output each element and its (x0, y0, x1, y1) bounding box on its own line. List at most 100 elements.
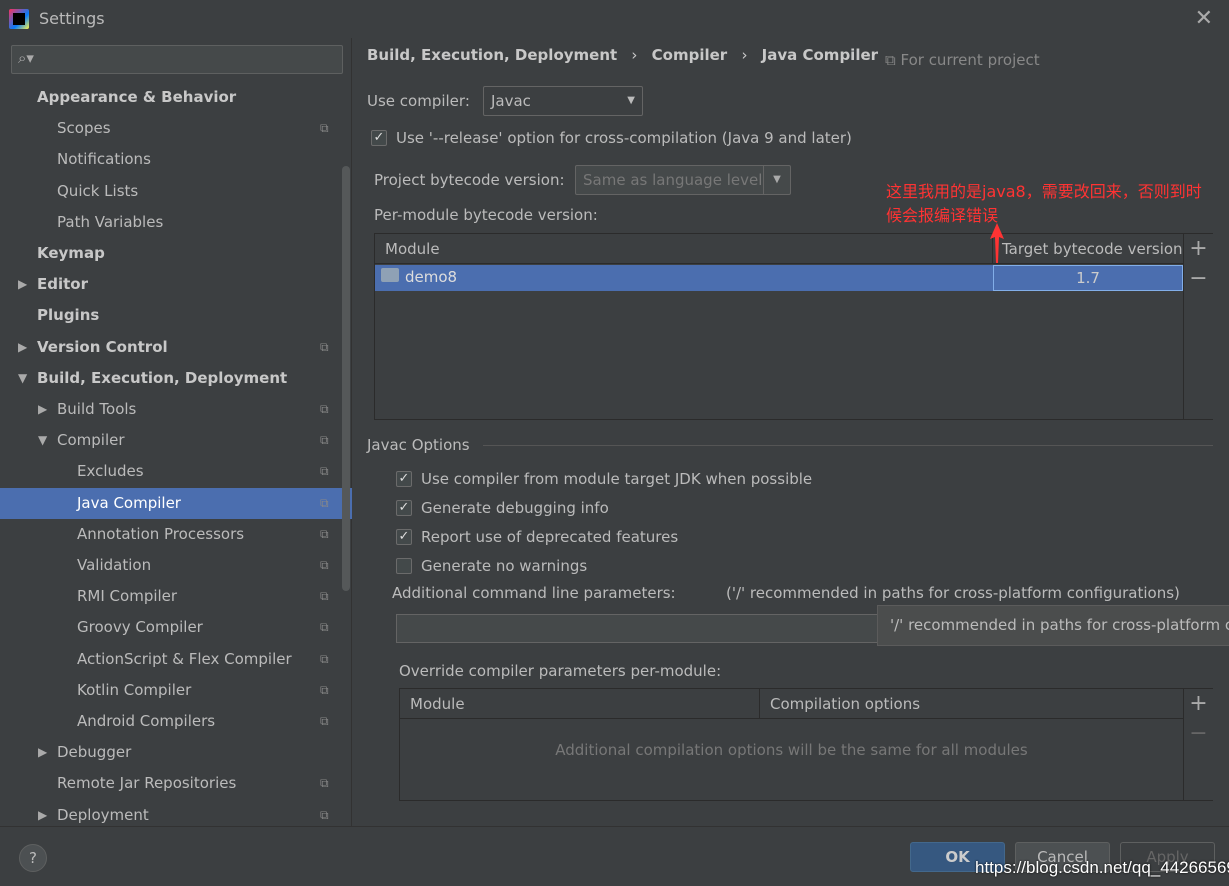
sidebar-item-label: Debugger (57, 743, 132, 762)
sidebar-item[interactable]: Java Compiler ⧉ (0, 487, 352, 519)
sidebar-item[interactable]: Appearance & Behavior (0, 82, 352, 113)
table-row[interactable]: demo8 1.7 (375, 265, 1183, 291)
chevron-down-icon[interactable]: ▼ (18, 363, 27, 394)
sidebar-item[interactable]: Scopes ⧉ (0, 113, 352, 144)
javac-option-checkbox[interactable]: ✓ (396, 471, 412, 487)
javac-option-checkbox[interactable] (396, 558, 412, 574)
sidebar-item-label: Compiler (57, 431, 125, 450)
sidebar-item[interactable]: Keymap (0, 238, 352, 269)
column-header-options[interactable]: Compilation options (760, 689, 1183, 719)
target-version-cell[interactable]: 1.7 (993, 265, 1183, 291)
column-header-module[interactable]: Module (400, 689, 760, 719)
use-compiler-label: Use compiler: (367, 92, 470, 110)
sidebar-item-label: Build, Execution, Deployment (37, 368, 288, 387)
scope-text: For current project (900, 51, 1040, 69)
breadcrumb-item: Java Compiler (761, 46, 879, 64)
close-icon[interactable]: ✕ (1195, 6, 1213, 31)
sidebar-item-label: Version Control (37, 337, 168, 356)
sidebar-item[interactable]: Remote Jar Repositories ⧉ (0, 768, 352, 799)
sidebar-item[interactable]: Excludes ⧉ (0, 456, 352, 487)
sidebar-item-label: Quick Lists (57, 181, 139, 200)
intellij-logo-icon (9, 9, 29, 29)
annotation-arrow-icon (990, 223, 1004, 263)
search-input[interactable]: ⌕▾ (11, 45, 343, 74)
sidebar-item[interactable]: Validation ⧉ (0, 550, 352, 581)
project-bytecode-select[interactable]: Same as language level ▼ (575, 165, 791, 195)
javac-option-checkbox[interactable]: ✓ (396, 500, 412, 516)
sidebar-item[interactable]: Annotation Processors ⧉ (0, 519, 352, 550)
sidebar-item-label: Java Compiler (77, 493, 181, 512)
project-scope-icon: ⧉ (320, 589, 329, 604)
override-label: Override compiler parameters per-module: (399, 662, 722, 680)
sidebar-item[interactable]: Quick Lists (0, 176, 352, 207)
chevron-right-icon[interactable]: ▶ (38, 394, 47, 425)
help-button[interactable]: ? (19, 844, 47, 872)
params-hint: ('/' recommended in paths for cross-plat… (726, 584, 1180, 602)
sidebar-item-label: Appearance & Behavior (37, 88, 237, 106)
sidebar-item[interactable]: ▶ Build Tools ⧉ (0, 394, 352, 425)
sidebar-scrollbar[interactable] (342, 166, 350, 591)
chevron-right-icon[interactable]: ▶ (18, 269, 27, 300)
release-option-label: Use '--release' option for cross-compila… (396, 129, 852, 147)
params-input[interactable] (396, 614, 896, 643)
sidebar-item[interactable]: Groovy Compiler ⧉ (0, 612, 352, 643)
chevron-down-icon: ▼ (763, 166, 790, 194)
sidebar-item[interactable]: ▼ Compiler ⧉ (0, 425, 352, 456)
project-bytecode-value: Same as language level (583, 171, 763, 189)
sidebar-item[interactable]: ▼ Build, Execution, Deployment (0, 363, 352, 394)
sidebar-item-label: RMI Compiler (77, 587, 178, 606)
add-icon[interactable]: + (1184, 689, 1213, 719)
sidebar-item[interactable]: ▶ Editor (0, 269, 352, 300)
sidebar-item-label: Editor (37, 275, 88, 294)
project-scope-icon: ⧉ (320, 558, 329, 572)
add-icon[interactable]: + (1184, 234, 1213, 264)
project-scope-icon: ⧉ (320, 402, 329, 416)
javac-option-label: Generate debugging info (421, 499, 609, 517)
sidebar-item[interactable]: Android Compilers ⧉ (0, 706, 352, 737)
copy-icon: ⧉ (885, 51, 901, 69)
project-scope-icon: ⧉ (320, 495, 329, 510)
chevron-right-icon[interactable]: ▶ (18, 332, 27, 363)
sidebar-item-label: ActionScript & Flex Compiler (77, 649, 292, 668)
table-toolbar: + − (1183, 234, 1213, 419)
project-scope-icon: ⧉ (320, 433, 329, 448)
release-option-checkbox[interactable]: ✓ (371, 130, 387, 146)
module-folder-icon (381, 268, 399, 282)
sidebar-item[interactable]: Notifications (0, 144, 352, 175)
project-scope-icon: ⧉ (320, 121, 329, 136)
column-header-module[interactable]: Module (375, 234, 993, 264)
column-header-target[interactable]: Target bytecode version (993, 234, 1183, 264)
breadcrumb-item: Build, Execution, Deployment (367, 46, 618, 64)
project-scope-icon: ⧉ (320, 776, 329, 791)
project-scope-icon: ⧉ (320, 339, 329, 354)
compiler-select[interactable]: Javac ▼ (483, 86, 643, 116)
sidebar-item[interactable]: ▶ Debugger (0, 737, 352, 768)
chevron-down-icon[interactable]: ▼ (38, 425, 47, 456)
sidebar-item[interactable]: RMI Compiler ⧉ (0, 581, 352, 612)
table-toolbar: + − (1183, 689, 1213, 800)
empty-table-text: Additional compilation options will be t… (555, 741, 1028, 759)
sidebar-item[interactable]: Path Variables (0, 207, 352, 238)
sidebar-item-label: Annotation Processors (77, 524, 245, 543)
module-name: demo8 (405, 268, 458, 286)
sidebar-item-label: Excludes (77, 462, 144, 481)
tooltip: '/' recommended in paths for cross-platf… (877, 605, 1229, 646)
sidebar-item-label: Android Compilers (77, 712, 216, 730)
per-module-label: Per-module bytecode version: (374, 206, 598, 224)
watermark: https://blog.csdn.net/qq_44266569 (975, 858, 1229, 877)
javac-option-checkbox[interactable]: ✓ (396, 529, 412, 545)
sidebar-item[interactable]: Plugins (0, 300, 352, 331)
sidebar-item[interactable]: ActionScript & Flex Compiler ⧉ (0, 644, 352, 675)
remove-icon[interactable]: − (1184, 264, 1213, 294)
window-title: Settings (39, 9, 105, 28)
sidebar-item-label: Build Tools (57, 400, 137, 418)
sidebar-item[interactable]: ▶ Version Control ⧉ (0, 332, 352, 363)
params-label: Additional command line parameters: (392, 584, 676, 602)
sidebar-item[interactable]: Kotlin Compiler ⧉ (0, 675, 352, 706)
sidebar-item-label: Scopes (57, 119, 111, 138)
sidebar-item-label: Groovy Compiler (77, 618, 203, 637)
chevron-right-icon[interactable]: ▶ (38, 737, 47, 768)
breadcrumb-item: Compiler (651, 46, 728, 64)
sidebar-item-label: Validation (77, 556, 152, 574)
javac-options-title: Javac Options (367, 436, 470, 454)
